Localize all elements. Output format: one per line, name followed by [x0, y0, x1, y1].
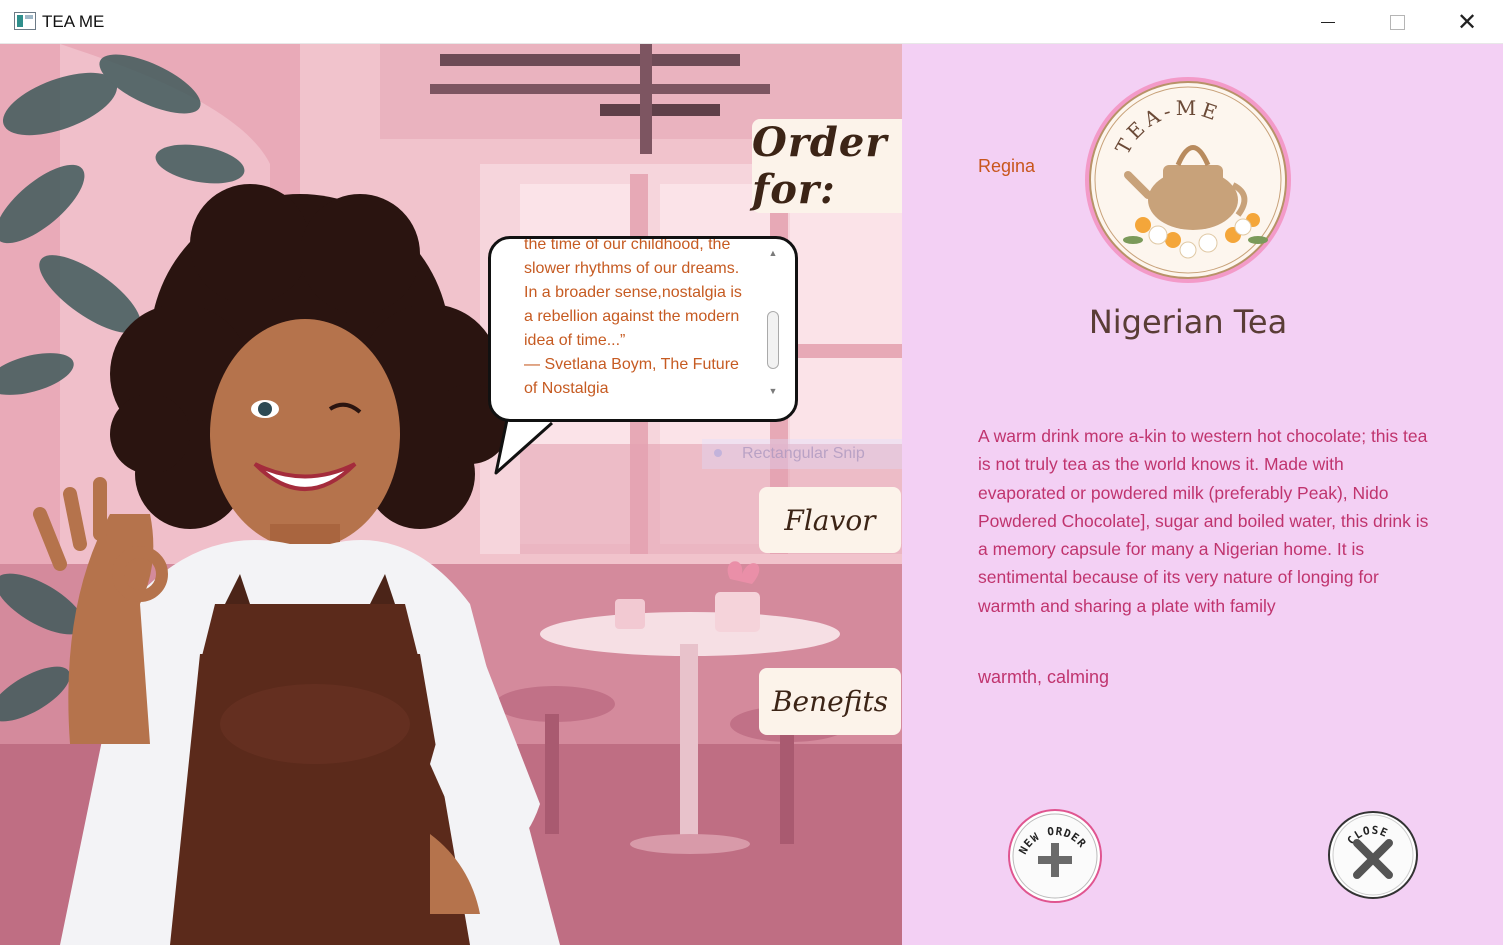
maximize-icon	[1389, 14, 1405, 30]
scroll-up-icon[interactable]: ▲	[766, 247, 780, 259]
quote-text: the time of our childhood, the slower rh…	[524, 236, 764, 401]
rectangular-snip-overlay: Rectangular Snip	[702, 439, 902, 469]
benefits-button[interactable]: Benefits	[759, 668, 901, 735]
close-window-button[interactable]: ✕	[1434, 0, 1500, 44]
quote-line: slower rhythms of our dreams.	[524, 260, 740, 277]
title-bar: TEA ME ✕	[0, 0, 1503, 44]
minimize-icon	[1321, 21, 1335, 23]
tea-description: A warm drink more a-kin to western hot c…	[978, 426, 1429, 616]
quote-line: In a broader sense,nostalgia is	[524, 284, 742, 301]
maximize-button[interactable]	[1364, 0, 1430, 44]
customer-name: Regina	[978, 156, 1036, 176]
scroll-thumb[interactable]	[767, 311, 779, 369]
snip-dot	[714, 449, 722, 457]
flavor-value: warmth, calming	[978, 667, 1110, 687]
quote-line: — Svetlana Boym, The Future	[524, 356, 739, 373]
close-app-button[interactable]: CLOSE	[1328, 811, 1418, 899]
quote-bubble[interactable]: the time of our childhood, the slower rh…	[488, 236, 798, 422]
quote-scrollbar[interactable]: ▲ ▼	[764, 247, 782, 397]
quote-line: of Nostalgia	[524, 380, 609, 397]
close-badge: CLOSE	[1332, 814, 1414, 896]
scroll-down-icon[interactable]: ▼	[766, 385, 780, 397]
snip-label: Rectangular Snip	[742, 445, 865, 462]
quote-line: the time of our childhood, the	[524, 236, 731, 253]
window-title: TEA ME	[42, 12, 105, 31]
tea-name: Nigerian Tea	[1088, 303, 1288, 341]
tea-me-logo: TEA-ME	[1085, 77, 1291, 283]
new-order-badge: NEW ORDER	[1012, 813, 1098, 899]
quote-line: a rebellion against the modern	[524, 308, 740, 325]
minimize-button[interactable]	[1295, 0, 1361, 44]
app-icon	[14, 12, 36, 30]
close-icon: ✕	[1456, 8, 1478, 36]
flavor-button[interactable]: Flavor	[759, 487, 901, 553]
quote-line: idea of time...”	[524, 332, 626, 349]
speech-bubble-tail	[494, 415, 553, 475]
new-order-button[interactable]: NEW ORDER	[1008, 809, 1102, 903]
